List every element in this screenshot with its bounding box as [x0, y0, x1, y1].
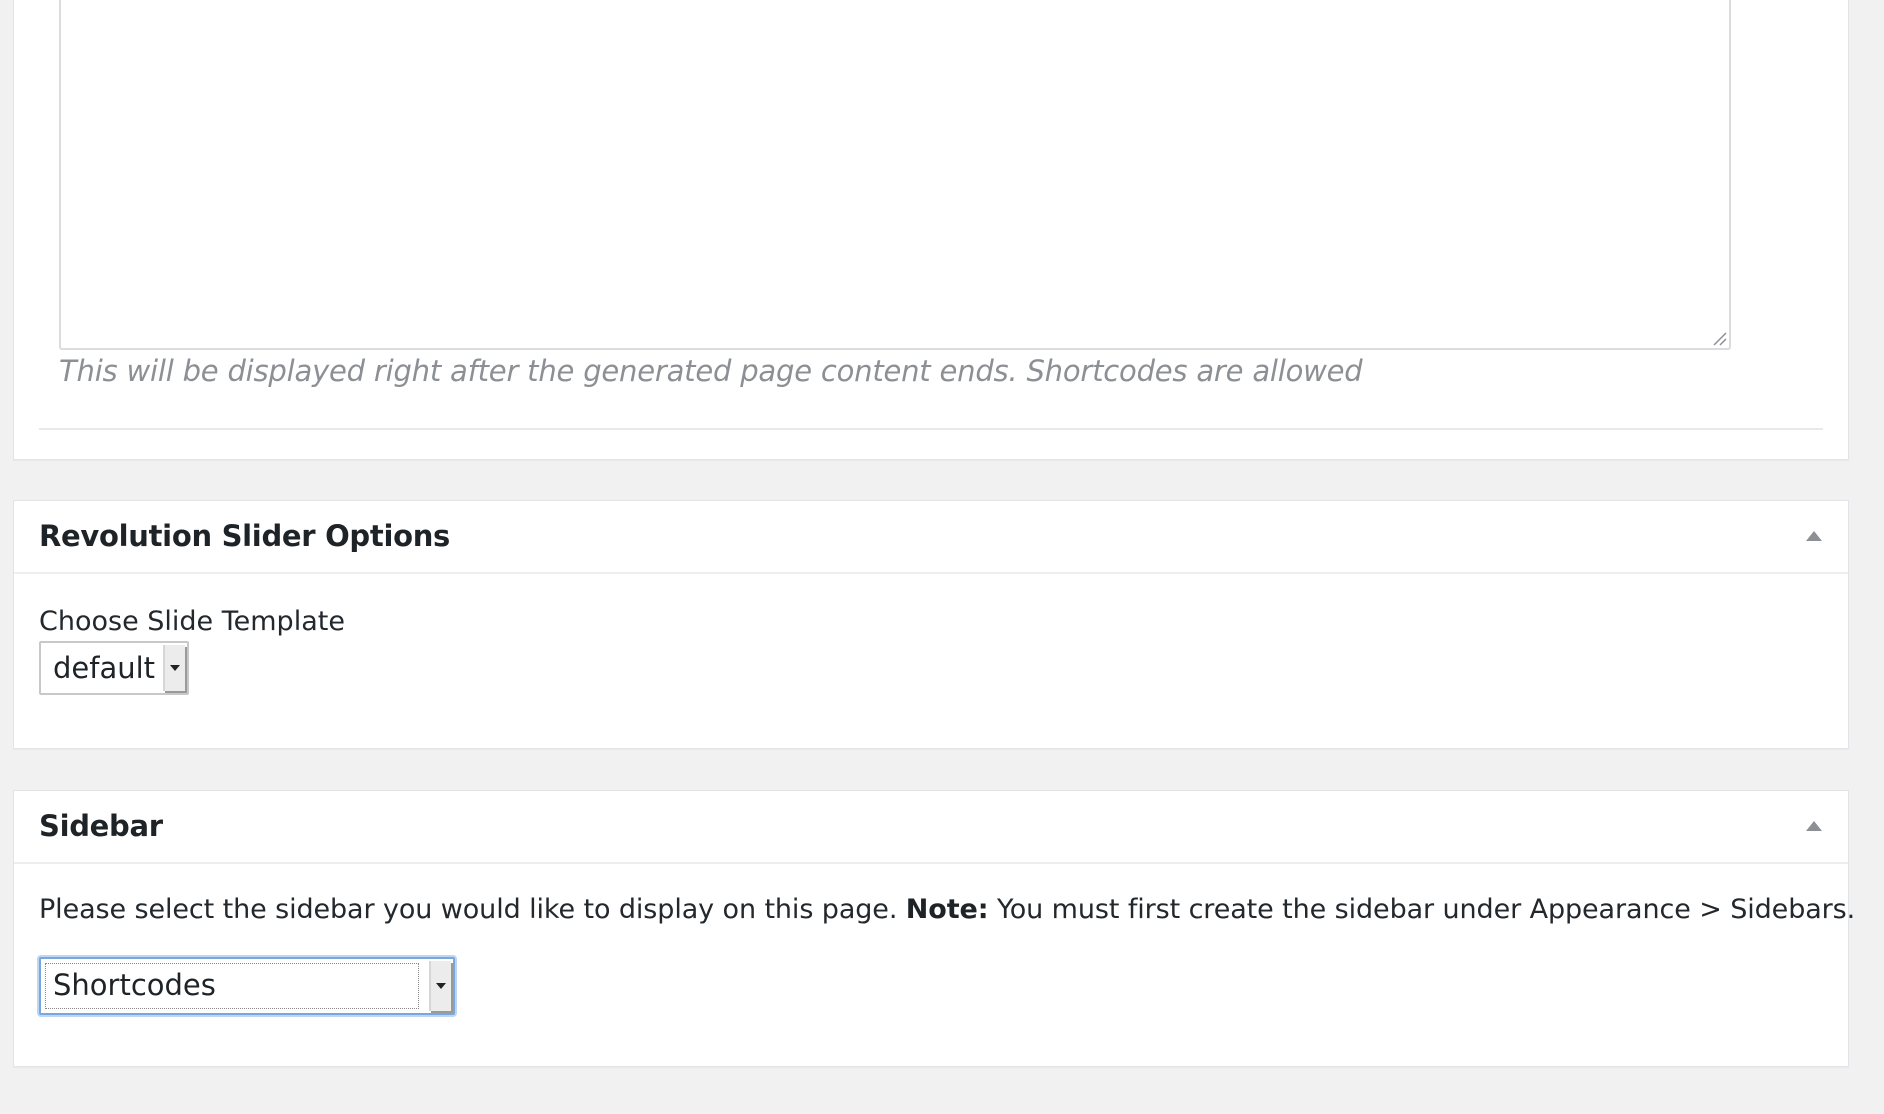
note-label: Note:	[905, 894, 989, 925]
sidebar-description-text: Please select the sidebar you would like…	[39, 894, 898, 925]
chevron-down-icon	[170, 665, 180, 671]
footer-content-textarea[interactable]	[59, 0, 1731, 350]
resize-grip-icon[interactable]	[1711, 330, 1727, 346]
slide-template-label: Choose Slide Template	[39, 606, 345, 637]
panel-title: Sidebar	[39, 809, 163, 843]
divider	[39, 428, 1823, 430]
revslider-panel-header[interactable]: Revolution Slider Options	[14, 501, 1848, 574]
slide-template-value: default	[53, 651, 156, 685]
collapse-triangle-icon[interactable]	[1806, 821, 1822, 831]
footer-content-panel: This will be displayed right after the g…	[13, 0, 1849, 460]
slide-template-select[interactable]: default	[39, 641, 189, 695]
dropdown-button[interactable]	[163, 645, 185, 691]
sidebar-panel-header[interactable]: Sidebar	[14, 791, 1848, 864]
collapse-triangle-icon[interactable]	[1806, 531, 1822, 541]
dropdown-button[interactable]	[429, 961, 451, 1011]
panel-title: Revolution Slider Options	[39, 519, 451, 553]
chevron-down-icon	[436, 983, 446, 989]
note-text: You must first create the sidebar under …	[996, 894, 1856, 925]
sidebar-select-value: Shortcodes	[53, 968, 216, 1002]
revslider-options-panel: Revolution Slider Options Choose Slide T…	[13, 500, 1849, 749]
footer-content-help-text: This will be displayed right after the g…	[59, 354, 1363, 388]
sidebar-panel: Sidebar Please select the sidebar you wo…	[13, 790, 1855, 1067]
sidebar-description: Please select the sidebar you would like…	[39, 894, 1855, 925]
sidebar-select[interactable]: Shortcodes	[39, 957, 455, 1015]
